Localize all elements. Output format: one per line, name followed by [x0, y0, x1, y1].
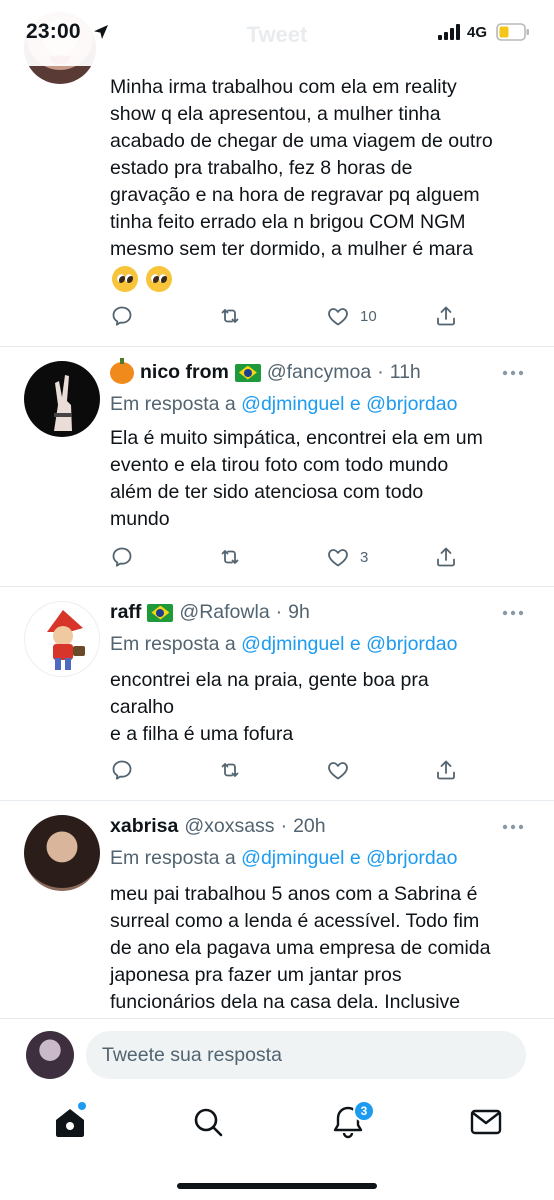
like-button[interactable]: 3 — [326, 542, 368, 572]
mention-link[interactable]: @brjordao — [366, 633, 457, 655]
reply-button[interactable] — [110, 301, 134, 331]
location-arrow-icon — [94, 25, 108, 39]
display-name[interactable]: raff — [110, 601, 141, 624]
more-options-icon[interactable] — [502, 824, 524, 830]
share-icon — [434, 758, 458, 782]
reply-context: Em resposta a @djminguel e @brjordao — [110, 847, 458, 869]
avatar[interactable] — [24, 601, 100, 677]
share-button[interactable] — [434, 542, 458, 572]
avatar[interactable] — [24, 815, 100, 891]
emoji-row — [112, 266, 172, 292]
avatar-image — [47, 610, 85, 670]
home-indicator — [177, 1183, 377, 1189]
share-button[interactable] — [434, 301, 458, 331]
reply-icon — [110, 545, 134, 569]
reply-button[interactable] — [110, 755, 134, 785]
tweet-header: nico from @fancymoa · 11h — [110, 357, 421, 384]
retweet-button[interactable] — [218, 301, 242, 331]
share-button[interactable] — [434, 755, 458, 785]
tweet-actions — [110, 755, 470, 785]
battery-icon — [496, 23, 529, 41]
avatar-image — [54, 375, 72, 431]
retweet-icon — [218, 545, 242, 569]
notifications-badge: 3 — [353, 1100, 375, 1122]
pleading-face-icon — [112, 266, 138, 292]
reply-context: Em resposta a @djminguel e @brjordao — [110, 393, 458, 415]
reply-icon — [110, 758, 134, 782]
reply-context: Em resposta a @djminguel e @brjordao — [110, 633, 458, 655]
tweet-actions: 3 — [110, 542, 470, 572]
tweet-text: Ela é muito simpática, encontrei ela em … — [110, 427, 483, 530]
reply-button[interactable] — [110, 542, 134, 572]
signal-icon — [438, 24, 460, 40]
status-time: 23:00 — [26, 20, 81, 43]
share-icon — [434, 304, 458, 328]
heart-icon — [326, 758, 350, 782]
mention-link[interactable]: @djminguel — [241, 393, 344, 415]
compose-bar: Tweete sua resposta — [0, 1018, 554, 1092]
like-button[interactable] — [326, 755, 360, 785]
tweet-actions: 10 — [110, 301, 470, 331]
share-icon — [434, 545, 458, 569]
tweet-text: encontrei ela na praia, gente boa pra ca… — [110, 669, 429, 745]
retweet-button[interactable] — [218, 755, 242, 785]
like-count: 3 — [360, 548, 369, 566]
tweet-text: Minha irma trabalhou com ela em reality … — [110, 76, 493, 260]
avatar[interactable] — [24, 361, 100, 437]
mention-link[interactable]: @djminguel — [241, 847, 344, 869]
like-button[interactable]: 10 — [326, 301, 377, 331]
home-unread-dot — [78, 1102, 86, 1110]
like-count: 10 — [360, 307, 377, 325]
retweet-icon — [218, 304, 242, 328]
brazil-flag-icon — [234, 363, 261, 382]
tweet-time: 9h — [288, 601, 310, 623]
reply-input[interactable]: Tweete sua resposta — [86, 1031, 526, 1079]
heart-icon — [326, 304, 350, 328]
avatar[interactable] — [26, 1031, 74, 1079]
tweet-header: xabrisa @xoxsass · 20h — [110, 815, 326, 838]
mail-icon[interactable] — [468, 1104, 504, 1140]
display-name[interactable]: xabrisa — [110, 815, 178, 838]
tweet-text: meu pai trabalhou 5 anos com a Sabrina é… — [110, 883, 491, 1013]
tweet-header: raff @Rafowla · 9h — [110, 601, 310, 624]
mention-link[interactable]: @djminguel — [241, 633, 344, 655]
more-options-icon[interactable] — [502, 370, 524, 376]
reply-icon — [110, 304, 134, 328]
mention-link[interactable]: @brjordao — [366, 847, 457, 869]
retweet-button[interactable] — [218, 542, 242, 572]
user-handle[interactable]: @Rafowla — [179, 601, 269, 624]
brazil-flag-icon — [147, 603, 174, 622]
mention-link[interactable]: @brjordao — [366, 393, 457, 415]
network-label: 4G — [467, 24, 488, 41]
tweet[interactable]: xabrisa @xoxsass · 20h Em resposta a @dj… — [0, 801, 554, 1018]
tweet-time: 11h — [389, 361, 421, 383]
heart-icon — [326, 545, 350, 569]
status-bar: Tweet 23:00 4G — [0, 0, 554, 66]
tweet[interactable]: raff @Rafowla · 9h Em resposta a @djming… — [0, 587, 554, 801]
display-name[interactable]: nico from — [140, 361, 229, 384]
user-handle[interactable]: @xoxsass — [184, 815, 274, 838]
tweet-time: 20h — [293, 815, 326, 837]
more-options-icon[interactable] — [502, 610, 524, 616]
tweet[interactable]: nico from @fancymoa · 11h Em resposta a … — [0, 347, 554, 587]
retweet-icon — [218, 758, 242, 782]
search-icon[interactable] — [190, 1104, 226, 1140]
user-handle[interactable]: @fancymoa — [267, 361, 371, 384]
pleading-face-icon — [146, 266, 172, 292]
pumpkin-icon — [110, 357, 134, 384]
